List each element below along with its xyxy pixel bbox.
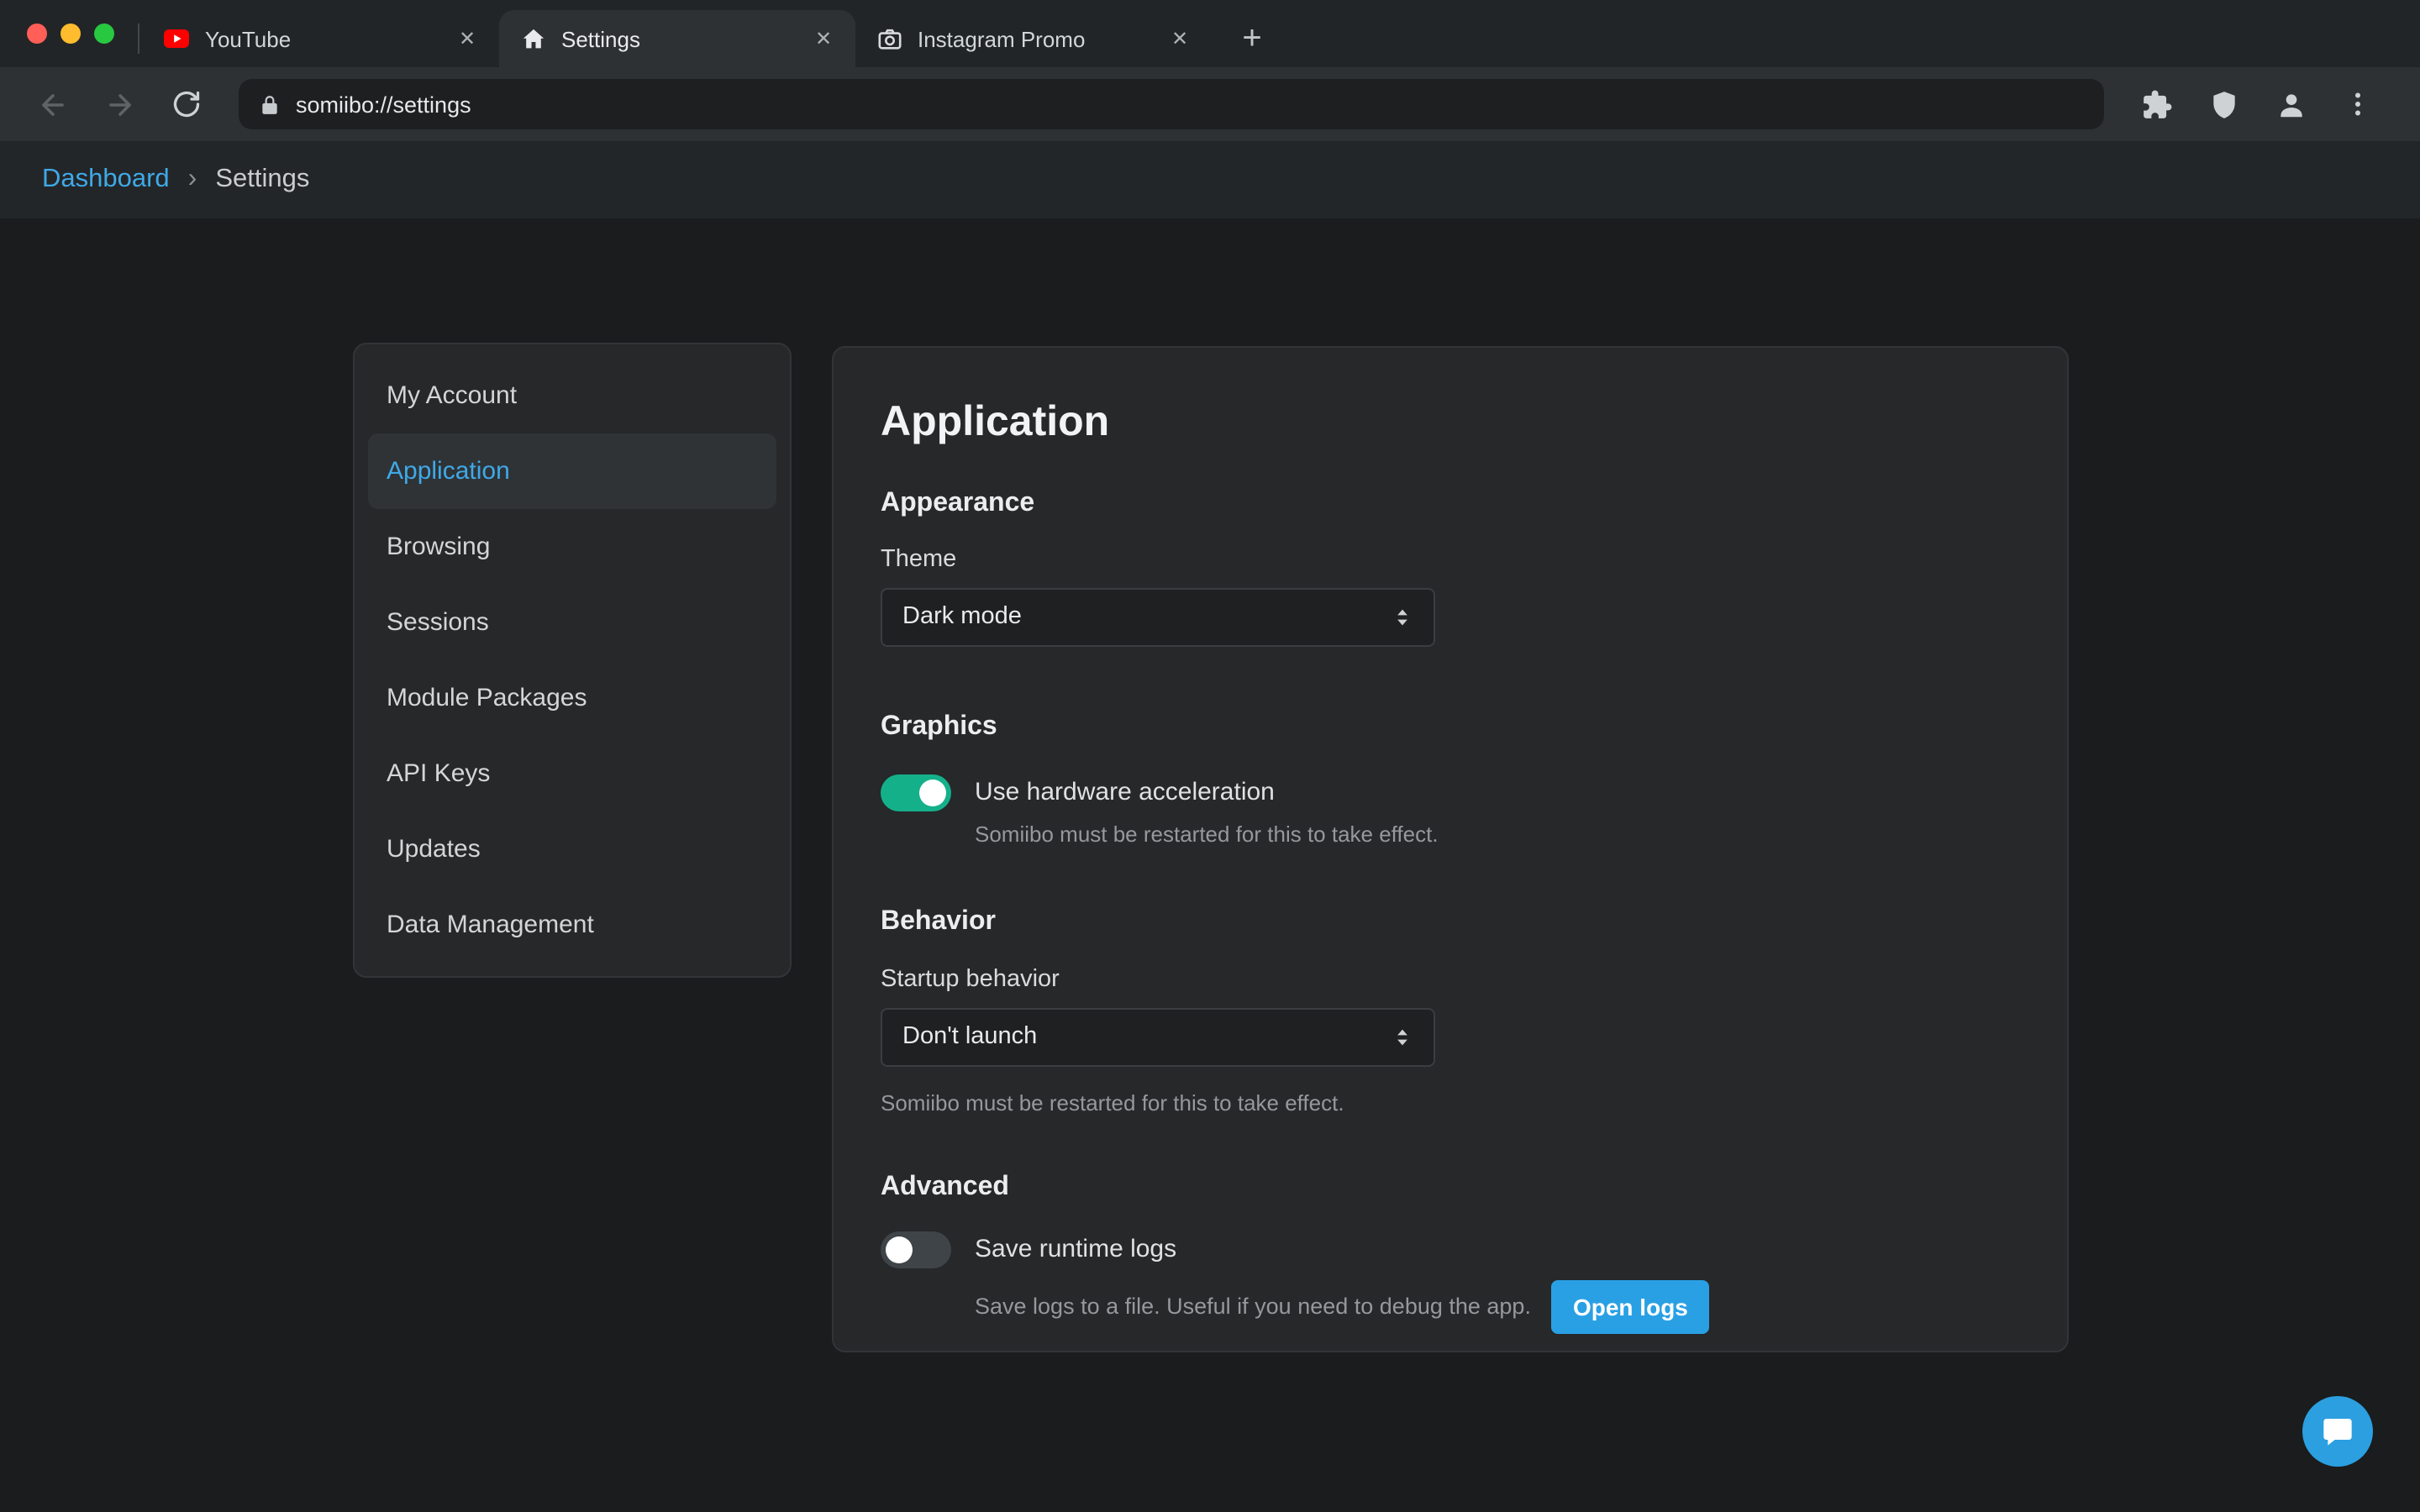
hardware-acceleration-row: Use hardware acceleration (881, 774, 2020, 811)
breadcrumb-dashboard-link[interactable]: Dashboard (42, 165, 170, 195)
url-text: somiibo://settings (296, 92, 471, 117)
startup-behavior-label: Startup behavior (881, 964, 2020, 995)
window-controls (0, 0, 138, 67)
tab-strip: YouTube ✕ Settings ✕ Instagram Promo ✕ + (0, 0, 2420, 67)
hardware-acceleration-toggle[interactable] (881, 774, 951, 811)
settings-page: My Account Application Browsing Sessions… (0, 218, 2420, 1512)
minimize-window-button[interactable] (60, 24, 81, 44)
tab-title: Instagram Promo (918, 26, 1150, 51)
settings-sidebar: My Account Application Browsing Sessions… (353, 343, 792, 978)
theme-select[interactable]: Dark mode (881, 588, 1435, 647)
tab-separator (138, 24, 139, 54)
close-tab-icon[interactable]: ✕ (1165, 24, 1195, 54)
theme-label: Theme (881, 544, 2020, 575)
save-runtime-logs-toggle[interactable] (881, 1231, 951, 1268)
shield-button[interactable] (2195, 76, 2252, 133)
sidebar-item-my-account[interactable]: My Account (368, 358, 776, 433)
sidebar-item-browsing[interactable]: Browsing (368, 509, 776, 585)
tab-instagram-promo[interactable]: Instagram Promo ✕ (855, 10, 1212, 67)
chat-fab-button[interactable] (2302, 1396, 2373, 1467)
sidebar-item-api-keys[interactable]: API Keys (368, 736, 776, 811)
tab-youtube[interactable]: YouTube ✕ (143, 10, 499, 67)
sidebar-item-module-packages[interactable]: Module Packages (368, 660, 776, 736)
application-settings-panel: Application Appearance Theme Dark mode G… (832, 346, 2069, 1352)
puzzle-icon (2140, 88, 2172, 120)
reload-button[interactable] (158, 76, 215, 133)
extensions-button[interactable] (2128, 76, 2185, 133)
menu-button[interactable] (2329, 76, 2386, 133)
tab-settings[interactable]: Settings ✕ (499, 10, 855, 67)
breadcrumb-current: Settings (215, 165, 309, 195)
home-icon (519, 25, 546, 52)
sidebar-item-application[interactable]: Application (368, 433, 776, 509)
tab-title: YouTube (205, 26, 437, 51)
advanced-heading: Advanced (881, 1171, 2020, 1205)
theme-select-value: Dark mode (902, 604, 1022, 631)
lock-icon (259, 93, 281, 115)
advanced-helper-row: Save logs to a file. Useful if you need … (975, 1280, 2020, 1334)
tab-title: Settings (561, 26, 793, 51)
browser-toolbar: somiibo://settings (0, 67, 2420, 141)
address-bar[interactable]: somiibo://settings (239, 79, 2104, 129)
toggle-knob (919, 780, 946, 806)
page-title: Application (881, 398, 2020, 447)
startup-behavior-select-value: Don't launch (902, 1024, 1037, 1051)
close-tab-icon[interactable]: ✕ (808, 24, 839, 54)
profile-button[interactable] (2262, 76, 2319, 133)
select-updown-icon (1392, 1025, 1413, 1050)
app-window: YouTube ✕ Settings ✕ Instagram Promo ✕ + (0, 0, 2420, 1512)
behavior-helper-text: Somiibo must be restarted for this to ta… (881, 1089, 2020, 1117)
advanced-helper-text: Save logs to a file. Useful if you need … (975, 1293, 1531, 1321)
startup-behavior-select[interactable]: Don't launch (881, 1008, 1435, 1067)
sidebar-item-data-management[interactable]: Data Management (368, 887, 776, 963)
appearance-heading: Appearance (881, 487, 2020, 521)
close-window-button[interactable] (27, 24, 47, 44)
toggle-knob (886, 1236, 913, 1263)
shield-icon (2207, 88, 2239, 120)
sidebar-item-updates[interactable]: Updates (368, 811, 776, 887)
behavior-heading: Behavior (881, 906, 2020, 939)
toolbar-right-icons (2128, 76, 2396, 133)
zoom-window-button[interactable] (94, 24, 114, 44)
sidebar-item-sessions[interactable]: Sessions (368, 585, 776, 660)
new-tab-button[interactable]: + (1228, 15, 1276, 62)
forward-button[interactable] (91, 76, 148, 133)
select-updown-icon (1392, 605, 1413, 630)
reload-icon (171, 89, 202, 119)
breadcrumb-chevron-icon: › (188, 165, 197, 195)
save-runtime-logs-label: Save runtime logs (975, 1236, 1176, 1264)
camera-icon (876, 25, 902, 52)
open-logs-button[interactable]: Open logs (1551, 1280, 1710, 1334)
chat-bubble-icon (2321, 1415, 2354, 1448)
close-tab-icon[interactable]: ✕ (452, 24, 482, 54)
youtube-icon (163, 25, 190, 52)
back-button[interactable] (24, 76, 81, 133)
graphics-heading: Graphics (881, 711, 2020, 744)
graphics-helper-text: Somiibo must be restarted for this to ta… (975, 820, 2020, 848)
hardware-acceleration-label: Use hardware acceleration (975, 779, 1275, 807)
kebab-menu-icon (2343, 89, 2373, 119)
forward-arrow-icon (103, 88, 135, 120)
person-icon (2275, 88, 2307, 120)
save-runtime-logs-row: Save runtime logs (881, 1231, 2020, 1268)
breadcrumb: Dashboard › Settings (0, 141, 2420, 218)
back-arrow-icon (36, 88, 68, 120)
